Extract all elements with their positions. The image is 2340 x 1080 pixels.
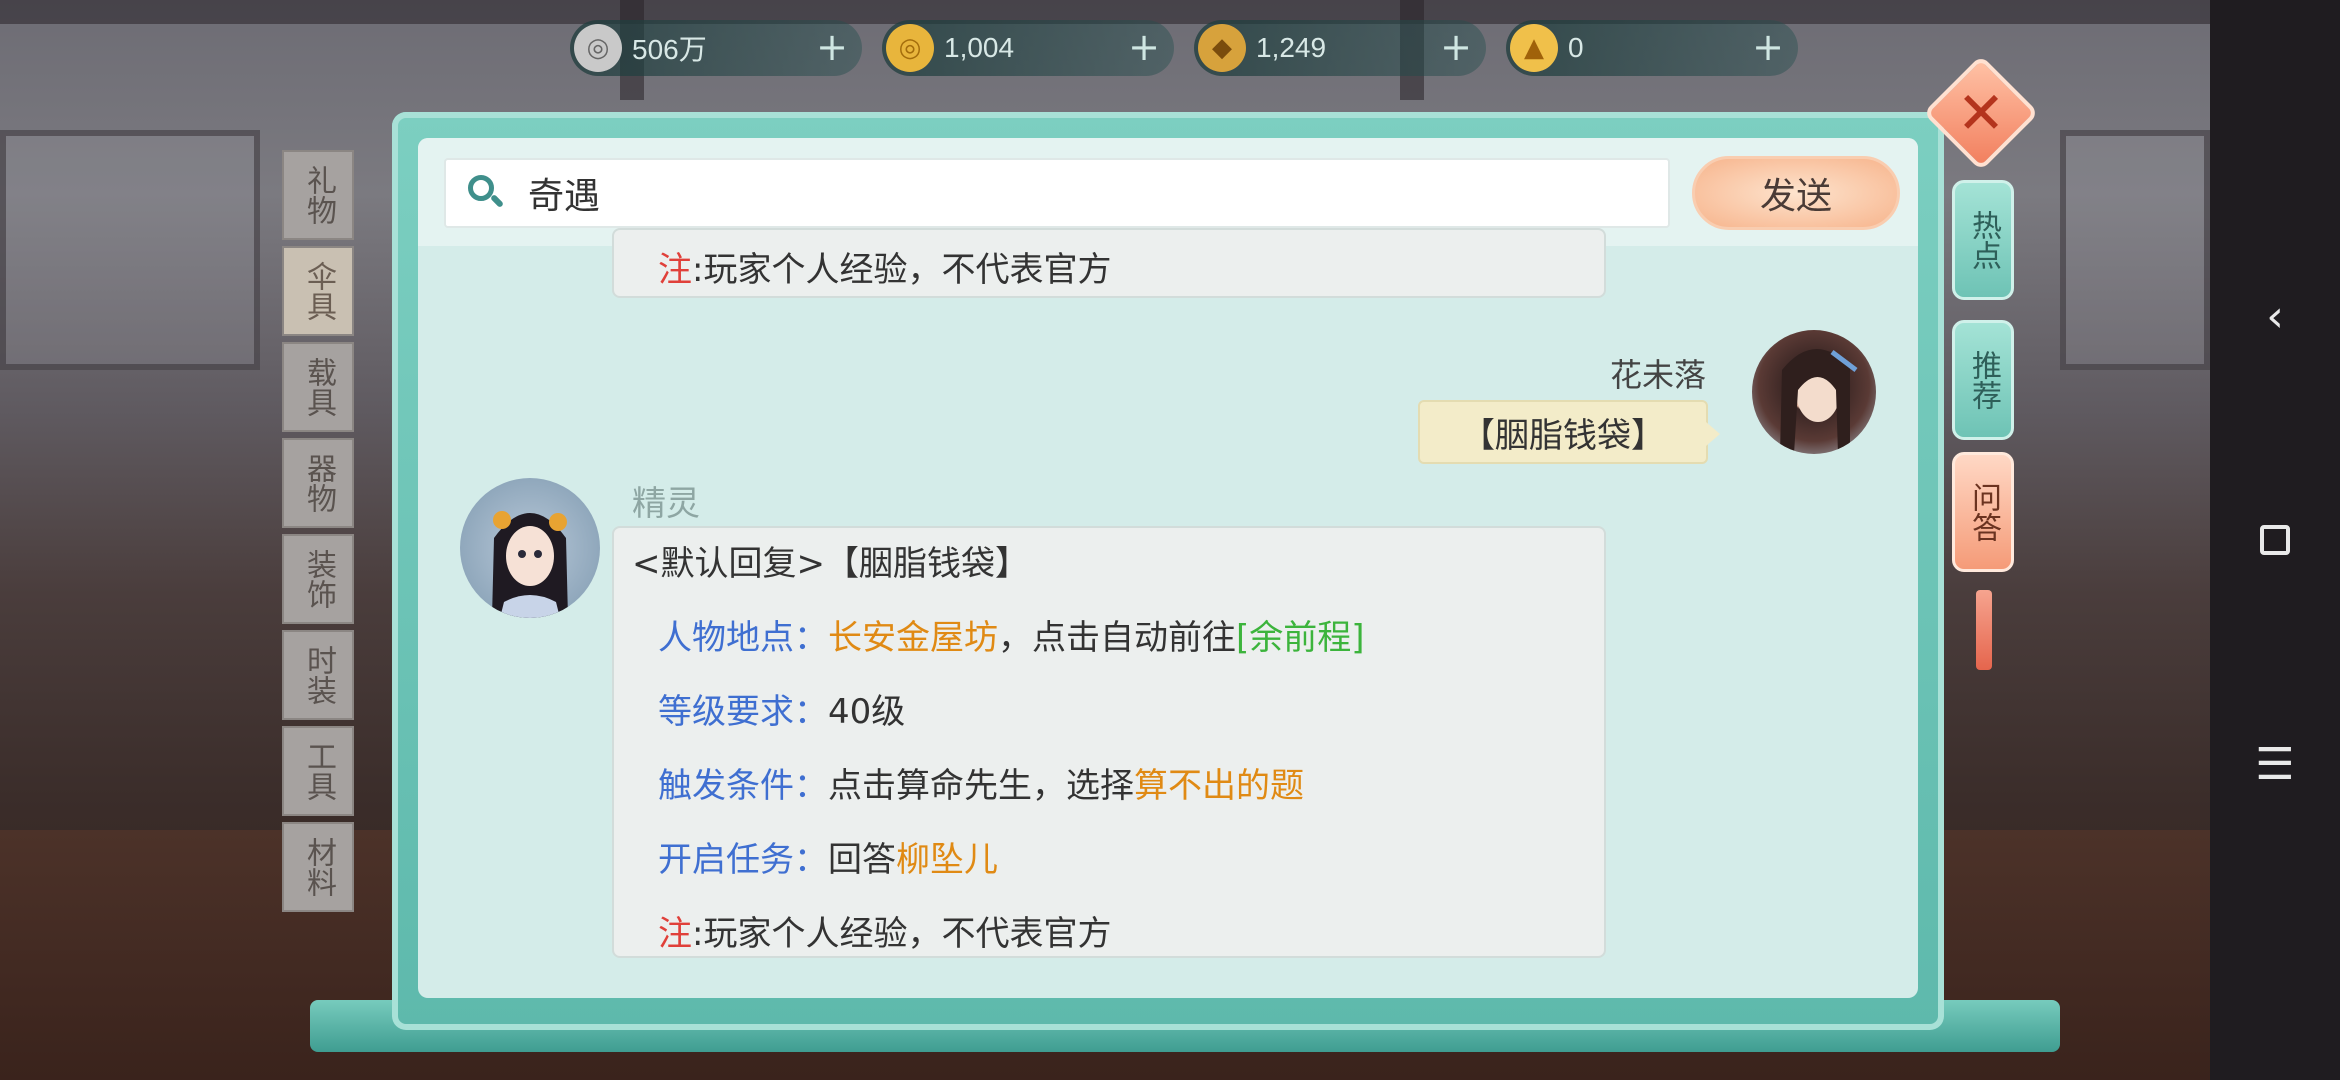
currency-gold: ◎ 1,004 + [882, 20, 1174, 76]
search-icon [466, 173, 506, 213]
gold-coin-icon: ◎ [886, 24, 934, 72]
system-nav-bar: ‹ ☰ [2210, 0, 2340, 1080]
send-label: 发送 [1759, 176, 1832, 217]
menu-icon[interactable]: ☰ [2210, 704, 2340, 824]
silver-ingot-icon: ◆ [1198, 24, 1246, 72]
search-box [444, 158, 1670, 228]
tab-vehicles[interactable]: 载具 [282, 342, 354, 432]
npc-name: 精灵 [632, 484, 700, 524]
chat-panel: 发送 注:玩家个人经验，不代表官方 花未落 【胭脂钱袋】 精灵 <默认回复>【胭… [418, 138, 1918, 998]
quest-label: 开启任务： [658, 840, 828, 880]
currency-value: 0 [1568, 32, 1584, 63]
location-label: 人物地点： [658, 618, 828, 658]
reply-header: <默认回复>【胭脂钱袋】 [632, 544, 1029, 584]
note-text: :玩家个人经验，不代表官方 [692, 914, 1112, 954]
tab-label: 伞具 [301, 261, 336, 321]
note-line: 注:玩家个人经验，不代表官方 [658, 906, 1111, 955]
tab-label: 器物 [301, 453, 336, 513]
quest-text: 回答 [828, 840, 896, 880]
tab-materials[interactable]: 材料 [282, 822, 354, 912]
location-line: 人物地点：长安金屋坊，点击自动前往[余前程] [658, 610, 1365, 659]
player-portrait-icon [1780, 348, 1858, 454]
note-line: 注:玩家个人经验，不代表官方 [658, 242, 1111, 291]
trigger-value: 算不出的题 [1134, 766, 1304, 806]
level-line: 等级要求：40级 [658, 684, 905, 733]
player-message-bubble: 【胭脂钱袋】 [1418, 400, 1720, 464]
trigger-line: 触发条件：点击算命先生，选择算不出的题 [658, 758, 1304, 807]
currency-value: 1,004 [944, 32, 1015, 63]
location-value: 长安金屋坊 [828, 618, 998, 658]
add-gold-ingot-button[interactable]: + [1748, 28, 1788, 68]
tab-label: 载具 [301, 357, 336, 417]
tab-label: 装饰 [301, 549, 336, 609]
silver-coin-icon: ◎ [574, 24, 622, 72]
tassel-decoration [1976, 590, 1992, 670]
tab-label: 问答 [1966, 482, 2001, 542]
level-value: 40级 [828, 692, 906, 732]
previous-reply-bubble: 注:玩家个人经验，不代表官方 [612, 228, 1606, 298]
player-message: 【胭脂钱袋】 [1461, 415, 1665, 456]
tab-decor[interactable]: 装饰 [282, 534, 354, 624]
currency-value: 1,249 [1256, 32, 1327, 63]
npc-avatar[interactable] [460, 478, 600, 618]
note-text: :玩家个人经验，不代表官方 [692, 250, 1112, 290]
search-input[interactable] [528, 172, 1628, 214]
currency-value: 506万 [632, 34, 707, 65]
tab-objects[interactable]: 器物 [282, 438, 354, 528]
auto-travel-link[interactable]: [余前程] [1236, 618, 1365, 658]
tab-label: 礼物 [301, 165, 336, 225]
player-name: 花未落 [1609, 356, 1706, 394]
npc-portrait-icon [492, 511, 568, 618]
currency-gold-ingot: ▲ 0 + [1506, 20, 1798, 76]
quest-line: 开启任务：回答柳坠儿 [658, 832, 998, 881]
back-icon[interactable]: ‹ [2210, 256, 2340, 376]
level-label: 等级要求： [658, 692, 828, 732]
trigger-text: 点击算命先生，选择 [828, 766, 1134, 806]
tab-umbrellas[interactable]: 伞具 [282, 246, 354, 336]
currency-bar: ◎ 506万 + ◎ 1,004 + ◆ 1,249 + ▲ 0 + [570, 20, 1798, 76]
currency-silver: ◎ 506万 + [570, 20, 862, 76]
category-tabs: 礼物 伞具 载具 器物 装饰 时装 工具 材料 [282, 150, 354, 918]
tab-hot[interactable]: 热点 [1952, 180, 2014, 300]
tab-fashion[interactable]: 时装 [282, 630, 354, 720]
tab-label: 工具 [301, 741, 336, 801]
currency-silver-ingot: ◆ 1,249 + [1194, 20, 1486, 76]
npc-reply-bubble: <默认回复>【胭脂钱袋】 人物地点：长安金屋坊，点击自动前往[余前程] 等级要求… [612, 526, 1606, 958]
note-label: 注 [658, 250, 692, 290]
tab-qa[interactable]: 问答 [1952, 452, 2014, 572]
quest-value: 柳坠儿 [896, 840, 998, 880]
recent-apps-icon[interactable] [2210, 480, 2340, 600]
add-gold-button[interactable]: + [1124, 28, 1164, 68]
location-text: ，点击自动前往 [998, 618, 1236, 658]
player-avatar[interactable] [1752, 330, 1876, 454]
tab-recommend[interactable]: 推荐 [1952, 320, 2014, 440]
gold-ingot-icon: ▲ [1510, 24, 1558, 72]
close-icon[interactable]: ✕ [1940, 72, 2022, 154]
tab-label: 材料 [301, 837, 336, 897]
trigger-label: 触发条件： [658, 766, 828, 806]
tab-gifts[interactable]: 礼物 [282, 150, 354, 240]
tab-label: 热点 [1966, 210, 2001, 270]
send-button[interactable]: 发送 [1692, 156, 1900, 230]
tab-label: 时装 [301, 645, 336, 705]
add-ingot-button[interactable]: + [1436, 28, 1476, 68]
tab-label: 推荐 [1966, 350, 2001, 410]
add-silver-button[interactable]: + [812, 28, 852, 68]
tab-tools[interactable]: 工具 [282, 726, 354, 816]
note-label: 注 [658, 914, 692, 954]
